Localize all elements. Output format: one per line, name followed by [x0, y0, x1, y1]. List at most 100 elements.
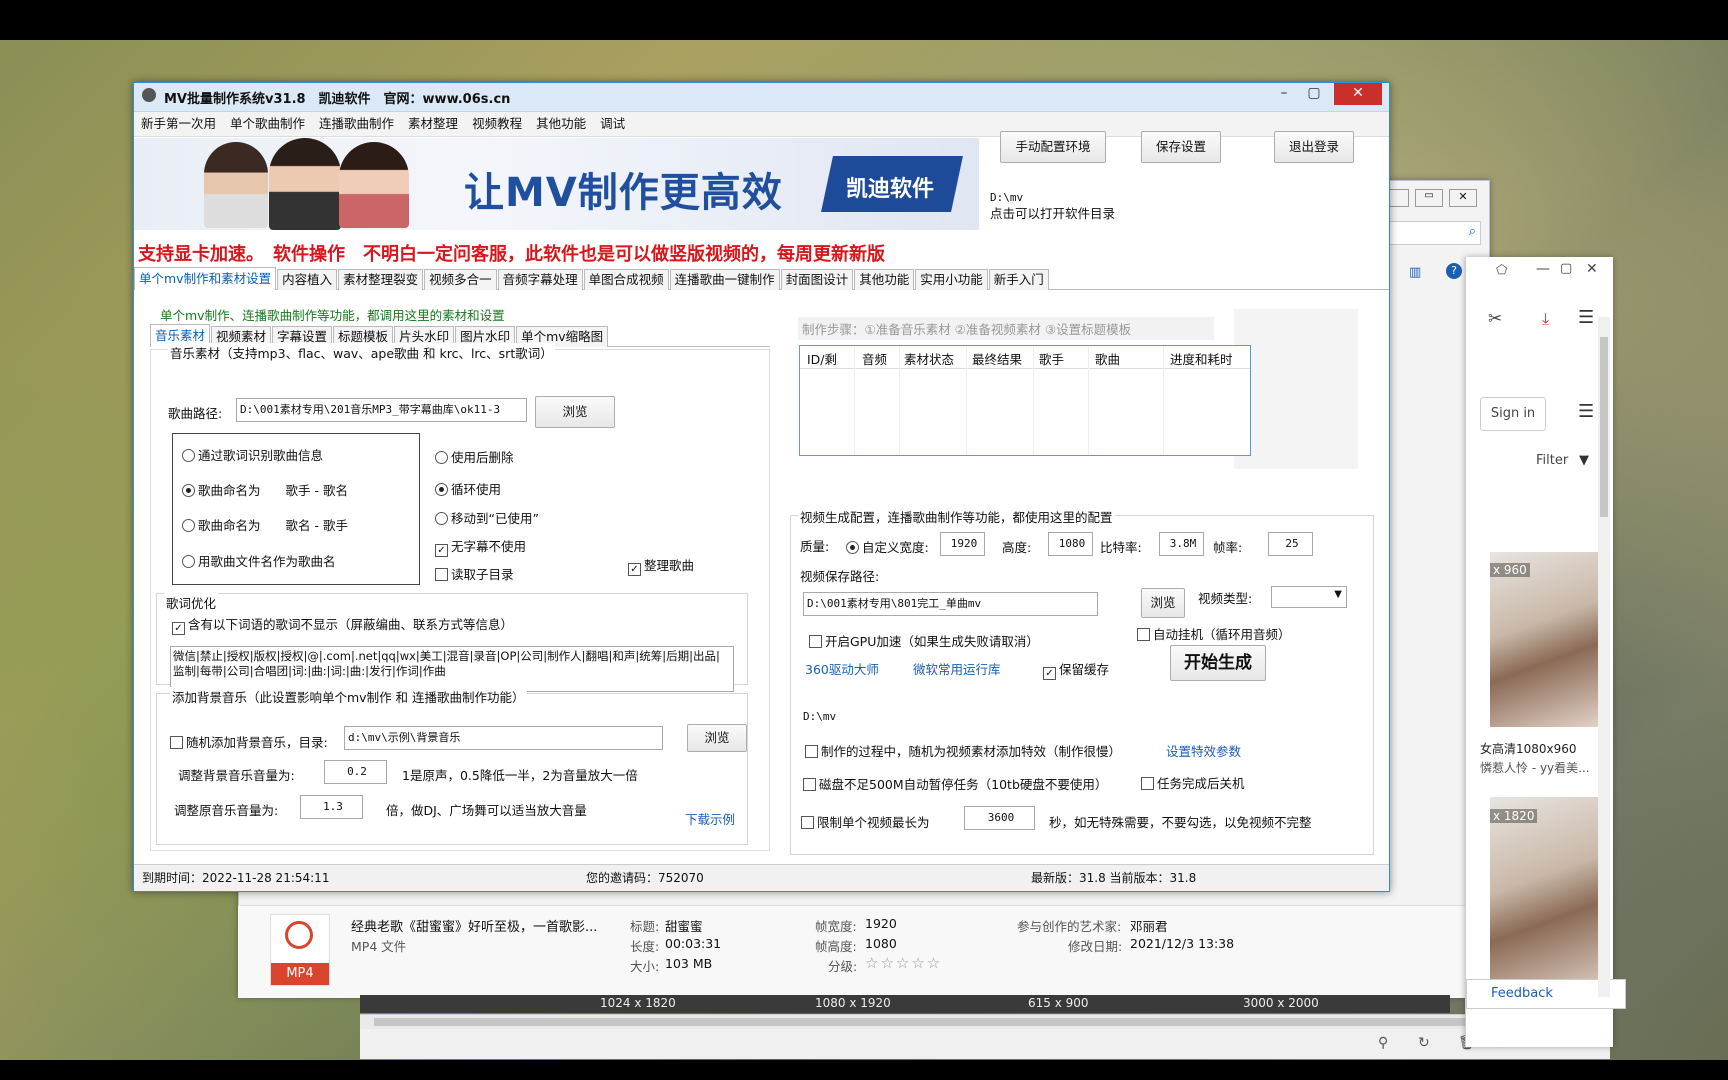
menu-item-single-song[interactable]: 单个歌曲制作	[223, 112, 312, 136]
download-icon[interactable]: ⤓	[1542, 309, 1549, 329]
rating-stars[interactable]: ☆☆☆☆☆	[865, 954, 942, 972]
search-result-image[interactable]	[1490, 797, 1608, 997]
menu-item-other[interactable]: 其他功能	[529, 112, 593, 136]
checkbox-filter-lyrics[interactable]: ✓ 含有以下词语的歌词不显示（屏蔽编曲、联系方式等信息）	[172, 614, 513, 635]
radio-artist-title[interactable]: 歌曲命名为 歌手 - 歌名	[182, 480, 348, 499]
download-example-link[interactable]: 下载示例	[685, 809, 735, 828]
menu-item-debug[interactable]: 调试	[593, 112, 632, 136]
task-table[interactable]: ID/剩 音频 素材状态 最终结果 歌手 歌曲 进度和耗时	[799, 345, 1251, 456]
scrollbar-thumb[interactable]	[374, 1018, 1524, 1026]
close-icon[interactable]: ✕	[1586, 261, 1598, 277]
maximize-icon[interactable]: ▢	[1560, 261, 1572, 276]
bgm-browse-button[interactable]: 浏览	[687, 724, 747, 752]
checkbox-random-fx[interactable]: 制作的过程中，随机为视频素材添加特效（制作很慢）	[805, 741, 1121, 760]
song-path-browse-button[interactable]: 浏览	[535, 396, 615, 428]
radio-custom-width[interactable]: 自定义宽度:	[846, 537, 929, 556]
radio-filename[interactable]: 用歌曲文件名作为歌曲名	[182, 551, 336, 570]
checkbox-read-subdir[interactable]: 读取子目录	[435, 564, 514, 583]
minimize-icon[interactable]: —	[1536, 261, 1550, 277]
radio-title-artist[interactable]: 歌曲命名为 歌名 - 歌手	[182, 515, 348, 534]
search-icon[interactable]: ⌕	[1469, 224, 1476, 239]
image-caption[interactable]: 女高清1080x960	[1480, 740, 1577, 757]
checkbox[interactable]	[170, 736, 183, 749]
limit-length-input[interactable]: 3600	[964, 806, 1035, 830]
checkbox[interactable]	[803, 778, 816, 791]
video-type-select[interactable]: ▼	[1271, 586, 1347, 608]
software-dir-hint[interactable]: 点击可以打开软件目录	[990, 203, 1115, 222]
fps-input[interactable]: 25	[1268, 532, 1313, 556]
save-path-input[interactable]: D:\001素材专用\801完工_单曲mv	[803, 592, 1098, 616]
tab-playlist-oneclick[interactable]: 连播歌曲一键制作	[669, 269, 780, 290]
checkbox-disk-pause[interactable]: 磁盘不足500M自动暂停任务（10tb硬盘不要使用）	[803, 774, 1107, 793]
search-result-image[interactable]	[1490, 552, 1608, 727]
fx-params-link[interactable]: 设置特效参数	[1166, 741, 1241, 760]
radio-button[interactable]	[846, 541, 859, 554]
checkbox[interactable]	[801, 816, 814, 829]
checkbox[interactable]	[435, 568, 448, 581]
scissors-icon[interactable]: ✂	[1488, 309, 1502, 329]
tab-getting-started[interactable]: 新手入门	[988, 269, 1049, 290]
radio-lyrics-recognize[interactable]: 通过歌词识别歌曲信息	[182, 445, 323, 464]
column-header[interactable]: 素材状态	[904, 349, 954, 368]
tab-video-merge[interactable]: 视频多合一	[424, 269, 497, 290]
column-header[interactable]: 音频	[862, 349, 887, 368]
checkbox[interactable]	[805, 745, 818, 758]
song-path-input[interactable]: D:\001素材专用\201音乐MP3_带字幕曲库\ok11-3	[236, 398, 527, 422]
radio-button[interactable]	[182, 555, 195, 568]
sign-in-button[interactable]: Sign in	[1480, 397, 1546, 431]
column-header[interactable]: ID/剩	[807, 349, 837, 368]
tab-other[interactable]: 其他功能	[854, 269, 915, 290]
bgm-dir-input[interactable]: d:\mv\示例\背景音乐	[344, 726, 663, 750]
column-header[interactable]: 歌曲	[1095, 349, 1120, 368]
checkbox-limit-length[interactable]: 限制单个视频最长为	[801, 812, 930, 831]
video-dir-label[interactable]: D:\mv	[803, 710, 836, 723]
checkbox-random-bgm[interactable]: 随机添加背景音乐，目录:	[170, 732, 328, 751]
preview-pane-icon[interactable]: ▥	[1409, 265, 1421, 280]
bitrate-input[interactable]: 3.8M	[1159, 532, 1204, 556]
tab-utilities[interactable]: 实用小功能	[915, 269, 988, 290]
radio-button[interactable]	[435, 512, 448, 525]
explorer-window-controls[interactable]: ▭ ✕	[1379, 189, 1479, 207]
column-header[interactable]: 进度和耗时	[1170, 349, 1233, 368]
checkbox[interactable]: ✓	[435, 544, 448, 557]
radio-button[interactable]	[435, 483, 448, 496]
filter-icon[interactable]: ▼	[1579, 453, 1589, 468]
height-input[interactable]: 1080	[1048, 532, 1093, 556]
menu-icon[interactable]: ☰	[1578, 307, 1594, 328]
close-icon[interactable]: ✕	[1449, 189, 1477, 207]
pin-icon[interactable]: ⚲	[1378, 1035, 1388, 1051]
checkbox[interactable]: ✓	[1043, 667, 1056, 680]
column-header[interactable]: 最终结果	[972, 349, 1022, 368]
menu-item-material[interactable]: 素材整理	[401, 112, 465, 136]
tab-cover-design[interactable]: 封面图设计	[780, 269, 854, 290]
link-360-driver[interactable]: 360驱动大师	[805, 659, 879, 678]
menu-item-beginner[interactable]: 新手第一次用	[134, 112, 223, 136]
radio-button[interactable]	[182, 484, 195, 497]
lyrics-filter-words-input[interactable]: 微信|禁止|授权|版权|授权|@|.com|.net|qq|wx|美工|混音|录…	[170, 646, 734, 692]
radio-button[interactable]	[182, 519, 195, 532]
checkbox-auto-hang[interactable]: 自动挂机（循环用音频）	[1137, 624, 1291, 643]
tab-material-split[interactable]: 素材整理裂变	[338, 269, 424, 290]
orig-volume-input[interactable]: 1.3	[300, 795, 363, 819]
checkbox-keep-cache[interactable]: ✓ 保留缓存	[1043, 659, 1109, 680]
radio-move-used[interactable]: 移动到“已使用”	[435, 508, 539, 527]
checkbox[interactable]: ✓	[628, 563, 641, 576]
checkbox-organize-songs[interactable]: ✓ 整理歌曲	[628, 555, 694, 576]
menu-item-tutorial[interactable]: 视频教程	[465, 112, 529, 136]
logout-button[interactable]: 退出登录	[1274, 131, 1354, 163]
save-path-browse-button[interactable]: 浏览	[1141, 588, 1185, 618]
close-icon[interactable]: ✕	[1334, 83, 1382, 105]
tab-image-video[interactable]: 单图合成视频	[583, 269, 669, 290]
radio-button[interactable]	[182, 449, 195, 462]
hamburger-icon[interactable]: ☰	[1578, 401, 1594, 422]
horizontal-scrollbar[interactable]	[360, 1014, 1590, 1029]
save-settings-button[interactable]: 保存设置	[1141, 131, 1221, 163]
checkbox[interactable]	[1137, 628, 1150, 641]
scrollbar-thumb[interactable]	[1600, 337, 1608, 517]
rotate-icon[interactable]: ↻	[1418, 1035, 1430, 1051]
radio-button[interactable]	[435, 451, 448, 464]
checkbox[interactable]	[809, 635, 822, 648]
vertical-scrollbar[interactable]	[1598, 317, 1610, 997]
browser-tab-icon[interactable]: ⬠	[1496, 263, 1507, 278]
radio-loop-use[interactable]: 循环使用	[435, 479, 501, 498]
